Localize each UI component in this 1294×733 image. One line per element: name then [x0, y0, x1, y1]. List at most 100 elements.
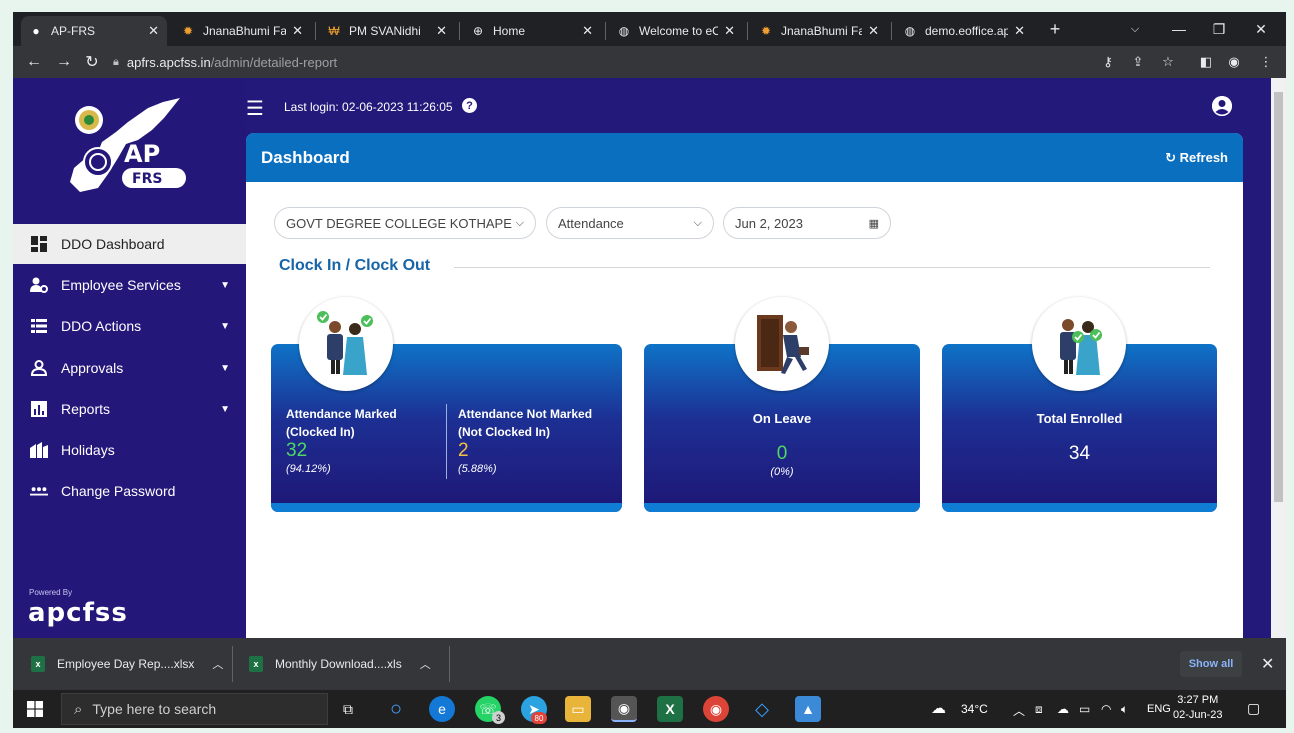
- tab-home[interactable]: ⊕ Home ✕: [463, 16, 601, 46]
- jnanabhumi-favicon-icon: ✹: [182, 24, 194, 38]
- list-icon: [30, 317, 48, 335]
- reload-button[interactable]: ↻: [81, 52, 103, 72]
- tab-ap-frs[interactable]: ● AP-FRS ✕: [21, 16, 167, 46]
- sidebar-item-label: Employee Services: [61, 277, 181, 293]
- key-icon[interactable]: ⚷: [1097, 52, 1119, 72]
- sidebar-item-label: DDO Dashboard: [61, 236, 165, 252]
- refresh-button[interactable]: ↻ Refresh: [1165, 150, 1228, 166]
- onedrive-cloud-icon[interactable]: ☁: [1057, 702, 1069, 716]
- tab-pm-svanidhi[interactable]: ₩ PM SVANidhi ✕: [319, 16, 455, 46]
- menu-dots-icon[interactable]: ⋮: [1255, 52, 1277, 72]
- wifi-icon[interactable]: ◠: [1101, 702, 1111, 716]
- photos-icon[interactable]: ▲: [795, 696, 821, 722]
- card-bottom-bar: [942, 503, 1217, 512]
- tab-separator: [891, 22, 892, 40]
- close-tab-icon[interactable]: ✕: [1014, 23, 1025, 39]
- battery-icon[interactable]: ▭: [1079, 702, 1090, 716]
- notification-icon[interactable]: ▢: [1247, 700, 1260, 717]
- new-tab-button[interactable]: +: [1035, 16, 1075, 42]
- sidebar-item-ddo-dashboard[interactable]: DDO Dashboard: [13, 224, 246, 264]
- tab-search-chevron-icon[interactable]: ⌵: [1115, 16, 1155, 42]
- help-icon[interactable]: ?: [462, 98, 477, 113]
- forward-button[interactable]: →: [53, 52, 75, 72]
- close-tab-icon[interactable]: ✕: [292, 23, 303, 39]
- close-tab-icon[interactable]: ✕: [582, 23, 593, 39]
- close-window-button[interactable]: ✕: [1241, 16, 1281, 42]
- address-bar[interactable]: 🔒︎ apfrs.apcfss.in/admin/detailed-report: [113, 50, 1093, 74]
- browser-toolbar: ← → ↻ 🔒︎ apfrs.apcfss.in/admin/detailed-…: [13, 46, 1286, 78]
- windows-start-icon[interactable]: [27, 701, 43, 717]
- download-item[interactable]: x Monthly Download....xls ︿: [249, 652, 431, 676]
- side-panel-icon[interactable]: ◧: [1195, 52, 1217, 72]
- hamburger-menu-icon[interactable]: ☰: [246, 96, 264, 121]
- web-page: AP FRS DDO Dashboard Employee Services ▼: [13, 78, 1286, 638]
- user-profile-icon[interactable]: [1212, 96, 1232, 116]
- edge-browser-icon[interactable]: e: [429, 696, 455, 722]
- sidebar-item-change-password[interactable]: Change Password: [13, 471, 246, 511]
- sidebar-item-reports[interactable]: Reports ▼: [13, 389, 246, 429]
- clock-date: 02-Jun-23: [1173, 709, 1223, 721]
- meet-now-icon[interactable]: ⧈: [1035, 702, 1043, 717]
- download-filename: Monthly Download....xls: [275, 657, 402, 671]
- tab-title: Home: [493, 24, 526, 38]
- sidebar-item-employee-services[interactable]: Employee Services ▼: [13, 265, 246, 305]
- chevron-up-icon[interactable]: ︿: [212, 656, 223, 672]
- sidebar-item-label: Approvals: [61, 360, 124, 376]
- taskbar-search-input[interactable]: ⌕ Type here to search: [61, 693, 328, 725]
- profile-avatar-icon[interactable]: ◉: [1223, 52, 1245, 72]
- college-select[interactable]: GOVT DEGREE COLLEGE KOTHAPETA ⌵: [274, 207, 536, 239]
- minimize-button[interactable]: —: [1159, 16, 1199, 42]
- show-all-downloads-button[interactable]: Show all: [1180, 651, 1242, 677]
- tab-eoffice[interactable]: ◍ Welcome to eOffi ✕: [609, 16, 743, 46]
- app-shortcut-icon[interactable]: ◇: [749, 696, 775, 722]
- section-divider: [454, 267, 1210, 268]
- volume-icon[interactable]: 🔈︎: [1121, 702, 1128, 717]
- tab-demo-eoffice[interactable]: ◍ demo.eoffice.ap. ✕: [895, 16, 1033, 46]
- close-downloads-icon[interactable]: ✕: [1261, 654, 1274, 674]
- home-favicon-icon: ⊕: [472, 24, 484, 38]
- caret-down-icon: ▼: [220, 279, 230, 291]
- file-explorer-icon[interactable]: ▭: [565, 696, 591, 722]
- weather-temp[interactable]: 34°C: [961, 702, 988, 716]
- calendar-icon[interactable]: ▦: [869, 217, 879, 230]
- report-type-select[interactable]: Attendance ⌵: [546, 207, 714, 239]
- section-title: Clock In / Clock Out: [279, 257, 431, 274]
- sidebar-item-approvals[interactable]: Approvals ▼: [13, 348, 246, 388]
- date-value: Jun 2, 2023: [735, 215, 803, 231]
- close-tab-icon[interactable]: ✕: [148, 23, 159, 39]
- sidebar-item-holidays[interactable]: Holidays: [13, 430, 246, 470]
- bookmark-star-icon[interactable]: ☆: [1157, 52, 1179, 72]
- system-clock[interactable]: 3:27 PM 02-Jun-23: [1173, 693, 1223, 723]
- sidebar: AP FRS DDO Dashboard Employee Services ▼: [13, 78, 246, 638]
- marked-value: 32: [286, 440, 308, 461]
- page-scrollbar[interactable]: [1271, 78, 1286, 638]
- close-tab-icon[interactable]: ✕: [868, 23, 879, 39]
- date-picker[interactable]: Jun 2, 2023 ▦: [723, 207, 891, 239]
- cortana-icon[interactable]: ○: [383, 696, 409, 722]
- restore-button[interactable]: ❐: [1199, 16, 1239, 42]
- back-button[interactable]: ←: [23, 52, 45, 72]
- downloads-bar: x Employee Day Rep....xlsx ︿ x Monthly D…: [13, 638, 1286, 690]
- weather-icon[interactable]: ☁: [931, 699, 946, 717]
- chevron-up-icon[interactable]: ︿: [420, 656, 431, 672]
- users-cog-icon: [30, 276, 48, 294]
- tab-title: JnanaBhumi Facia: [203, 24, 287, 38]
- share-icon[interactable]: ⇪: [1127, 52, 1149, 72]
- excel-icon[interactable]: X: [657, 696, 683, 722]
- chrome-active-icon[interactable]: ◉: [611, 696, 637, 722]
- chrome-profile-icon[interactable]: ◉: [703, 696, 729, 722]
- on-leave-percent: (0%): [770, 466, 794, 478]
- enrolled-people-illustration-icon: [1032, 297, 1126, 391]
- tray-chevron-up-icon[interactable]: ︿: [1013, 702, 1025, 719]
- not-marked-value: 2: [458, 440, 469, 461]
- close-tab-icon[interactable]: ✕: [724, 23, 735, 39]
- tab-jnanabhumi-1[interactable]: ✹ JnanaBhumi Facia ✕: [173, 16, 311, 46]
- sidebar-item-ddo-actions[interactable]: DDO Actions ▼: [13, 306, 246, 346]
- task-view-icon[interactable]: ⧉: [335, 696, 361, 722]
- download-item[interactable]: x Employee Day Rep....xlsx ︿: [31, 652, 223, 676]
- scrollbar-thumb[interactable]: [1274, 92, 1283, 502]
- on-leave-value: 0: [776, 443, 788, 464]
- close-tab-icon[interactable]: ✕: [436, 23, 447, 39]
- tab-jnanabhumi-2[interactable]: ✹ JnanaBhumi Facia ✕: [751, 16, 887, 46]
- language-indicator[interactable]: ENG: [1147, 703, 1171, 715]
